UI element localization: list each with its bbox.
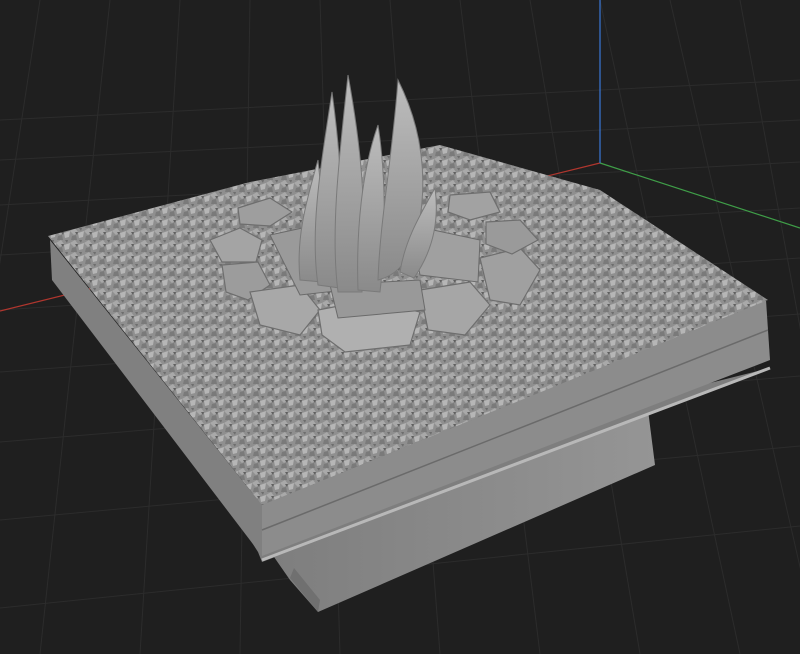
3d-viewport[interactable]	[0, 0, 800, 654]
